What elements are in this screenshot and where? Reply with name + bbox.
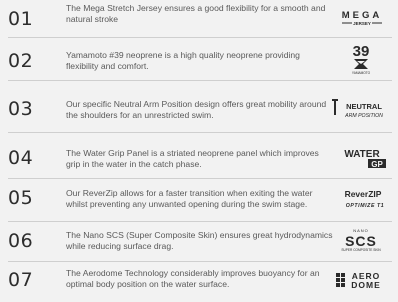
feature-description: The Mega Stretch Jersey ensures a good f…	[66, 3, 326, 24]
logo-line2: OPTIMIZE T1	[346, 203, 385, 209]
divider	[8, 37, 392, 38]
feature-list: 01 The Mega Stretch Jersey ensures a goo…	[0, 0, 398, 291]
feature-row: 03 Our specific Neutral Arm Position des…	[0, 91, 398, 128]
divider	[8, 261, 392, 262]
water-grip-logo: WATER GP	[344, 149, 386, 169]
feature-row: 01 The Mega Stretch Jersey ensures a goo…	[0, 2, 398, 39]
feature-description: The Nano SCS (Super Composite Skin) ensu…	[66, 230, 333, 251]
logo-line2: DOME	[351, 280, 381, 290]
neutral-arm-position-logo: NEUTRAL ARM POSITION	[332, 99, 383, 119]
logo-line2: YAMAMOTO	[352, 71, 371, 75]
feature-number: 06	[8, 230, 34, 252]
feature-number: 05	[8, 187, 34, 209]
logo-line1: ReverZIP	[345, 189, 382, 199]
feature-description: The Aerodome Technology considerably imp…	[66, 268, 320, 289]
logo-line1: 39	[353, 43, 370, 60]
feature-row: 02 Yamamoto #39 neoprene is a high quali…	[0, 40, 398, 77]
feature-number: 07	[8, 269, 34, 291]
logo-line1: NEUTRAL	[346, 102, 382, 111]
feature-number: 01	[8, 8, 34, 30]
divider	[8, 221, 392, 222]
feature-description: The Water Grip Panel is a striated neopr…	[66, 148, 319, 169]
divider	[8, 178, 392, 179]
logo-line2: GP	[371, 160, 383, 169]
logo-line2: JERSEY	[353, 21, 371, 26]
feature-row: 04 The Water Grip Panel is a striated ne…	[0, 141, 398, 178]
divider	[8, 132, 392, 133]
feature-row: 06 The Nano SCS (Super Composite Skin) e…	[0, 226, 398, 263]
feature-description: Yamamoto #39 neoprene is a high quality …	[66, 50, 300, 71]
feature-number: 02	[8, 50, 34, 72]
logo-line1: MEGA	[342, 10, 383, 21]
logo-line3: SUPER COMPOSITE SKIN	[341, 248, 381, 252]
divider	[8, 80, 392, 81]
logo-line2: SCS	[345, 233, 377, 249]
feature-number: 03	[8, 98, 34, 120]
feature-row: 07 The Aerodome Technology considerably …	[0, 265, 398, 302]
logo-line1: WATER	[344, 149, 380, 160]
feature-description: Our specific Neutral Arm Position design…	[66, 99, 327, 120]
feature-number: 04	[8, 147, 34, 169]
nano-scs-logo: NANO SCS SUPER COMPOSITE SKIN	[341, 228, 381, 252]
reverzip-logo: ReverZIP OPTIMIZE T1	[345, 189, 385, 209]
yamamoto-39-logo: 39 YAMAMOTO	[352, 43, 371, 75]
feature-row: 05 Our ReverZip allows for a faster tran…	[0, 183, 398, 220]
aerodome-logo: AERO DOME	[336, 271, 381, 290]
logo-line2: ARM POSITION	[344, 113, 383, 119]
feature-description: Our ReverZip allows for a faster transit…	[66, 188, 313, 209]
mega-jersey-logo: MEGA JERSEY	[342, 10, 383, 26]
